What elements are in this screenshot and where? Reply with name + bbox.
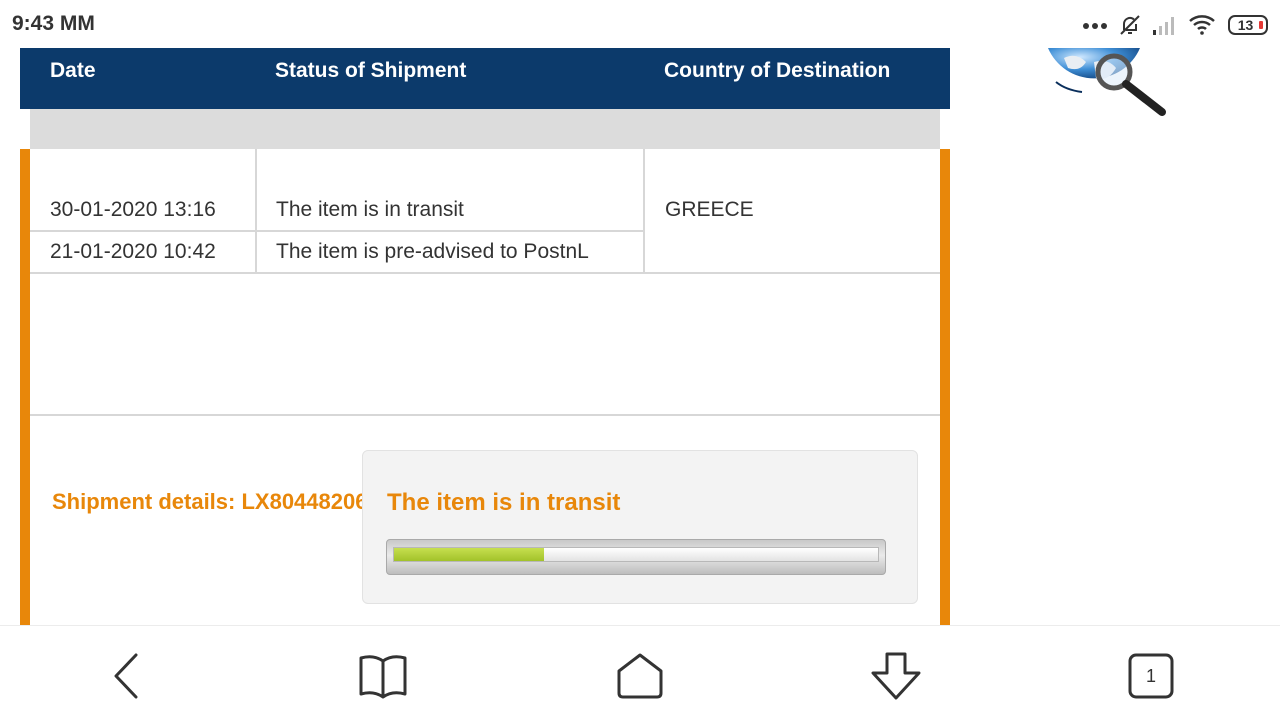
back-icon xyxy=(114,653,138,699)
globe-search-icon xyxy=(1048,48,1166,116)
row-1-date: 30-01-2020 13:16 xyxy=(50,198,216,221)
table-header: Date Status of Shipment Country of Desti… xyxy=(20,48,950,109)
progress-bar xyxy=(386,539,886,575)
more-dots-icon xyxy=(1083,23,1107,29)
column-divider xyxy=(255,149,257,273)
battery-icon: 13 xyxy=(1228,15,1268,35)
bell-muted-icon xyxy=(1120,15,1140,35)
country-cell: GREECE xyxy=(665,198,754,221)
header-country: Country of Destination xyxy=(664,59,891,82)
progress-inner xyxy=(393,547,879,562)
wifi-icon xyxy=(1189,15,1215,35)
status-icons: 13 xyxy=(1082,12,1268,38)
table-subheader-band xyxy=(30,109,940,149)
tab-count: 1 xyxy=(1145,665,1156,686)
row-1-status: The item is in transit xyxy=(276,198,464,221)
shipment-details-label: Shipment details: LX80448206 xyxy=(52,489,364,514)
header-status: Status of Shipment xyxy=(275,59,467,82)
bookmarks-button[interactable] xyxy=(353,646,413,706)
progress-fill xyxy=(394,548,545,561)
back-button[interactable] xyxy=(96,646,156,706)
row-divider xyxy=(30,230,644,232)
row-2-date: 21-01-2020 10:42 xyxy=(50,240,216,263)
tabs-button[interactable]: 1 xyxy=(1121,646,1181,706)
home-button[interactable] xyxy=(610,646,670,706)
signal-icon xyxy=(1153,17,1174,35)
bookmarks-icon xyxy=(359,655,407,699)
row-2-status: The item is pre-advised to PostnL xyxy=(276,240,589,263)
status-box: The item is in transit xyxy=(362,450,918,604)
row-divider xyxy=(30,272,940,274)
column-divider xyxy=(643,149,645,273)
home-icon xyxy=(617,653,663,699)
status-bar: 9:43 MM 13 xyxy=(0,0,1280,48)
download-icon xyxy=(871,652,921,700)
bottom-nav: 1 xyxy=(0,625,1280,720)
status-box-title: The item is in transit xyxy=(387,489,621,516)
header-date: Date xyxy=(50,59,96,82)
battery-level: 13 xyxy=(1237,17,1254,33)
status-time: 9:43 MM xyxy=(12,12,95,35)
row-divider xyxy=(30,414,940,416)
download-button[interactable] xyxy=(866,646,926,706)
